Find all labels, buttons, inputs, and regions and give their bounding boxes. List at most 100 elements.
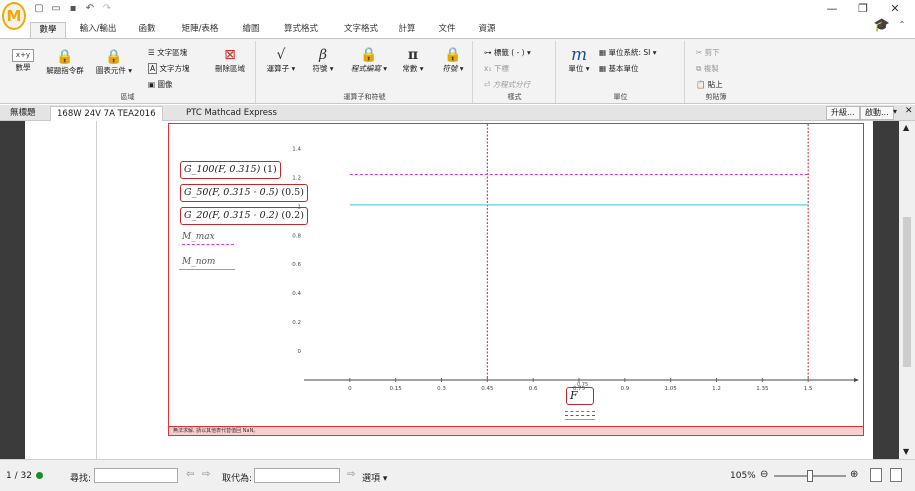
line-break-button[interactable]: ⏎ 方程式分行 bbox=[484, 79, 530, 90]
tab-text-formatting[interactable]: 文字格式 bbox=[336, 22, 386, 38]
tab-math[interactable]: 數學 bbox=[30, 22, 66, 38]
close-doc-icon[interactable]: ✕ bbox=[905, 106, 913, 116]
base-units-button[interactable]: ▦ 基本單位 bbox=[599, 63, 638, 74]
x-trace-cyan bbox=[565, 419, 595, 420]
chevron-up-icon[interactable]: ⌃ bbox=[892, 20, 912, 29]
status-bar: 1 / 32 尋找: ⇦ ⇨ 取代為: ⇨ 選項 ▾ 105% ⊖ ⊕ bbox=[0, 459, 915, 491]
g100-expression[interactable]: G_100(F, 0.315) (1) bbox=[180, 161, 281, 179]
x-tick-label: 0.9 bbox=[620, 386, 629, 392]
zoom-in-icon[interactable]: ⊕ bbox=[850, 469, 858, 480]
replace-icon[interactable]: ⇨ bbox=[347, 469, 355, 480]
x-tick-label: 0.15 bbox=[390, 386, 403, 392]
new-file-icon[interactable]: ▢ bbox=[33, 3, 45, 15]
scroll-thumb[interactable] bbox=[903, 217, 911, 367]
unit-m-icon: m bbox=[570, 45, 588, 65]
delete-region-button[interactable]: ⊠ 刪除區域 bbox=[210, 47, 250, 74]
zoom-slider-thumb[interactable] bbox=[807, 470, 813, 482]
lock-icon: 🔒 bbox=[56, 49, 74, 65]
operators-button[interactable]: √ 運算子 ▾ bbox=[263, 47, 299, 74]
activate-button[interactable]: 啟動... bbox=[860, 106, 894, 120]
chart-component-button[interactable]: 🔒 圖表元件 ▾ bbox=[92, 49, 136, 76]
replace-input[interactable] bbox=[254, 468, 340, 483]
tab-matrices-tables[interactable]: 矩陣/表格 bbox=[172, 22, 228, 38]
copy-button[interactable]: ⧉ 複製 bbox=[696, 63, 719, 74]
symbols-button[interactable]: β 符號 ▾ bbox=[305, 47, 341, 74]
x-variable-box[interactable]: F bbox=[566, 387, 594, 405]
label-dropdown[interactable]: ⊶ 標籤 ( - ) ▾ bbox=[484, 47, 531, 58]
mathcad-logo[interactable]: M bbox=[2, 2, 26, 30]
tab-calculation[interactable]: 計算 bbox=[392, 22, 422, 38]
save-icon[interactable]: ▪ bbox=[67, 3, 79, 15]
tab-math-formatting[interactable]: 算式格式 bbox=[276, 22, 326, 38]
y-tick-label: 0.8 bbox=[292, 233, 301, 239]
operators-group: √ 運算子 ▾ β 符號 ▾ 🔒 程式編寫 ▾ π 常數 ▾ 🔒 符號 ▾ 運算子和符號 bbox=[257, 41, 473, 103]
paste-button[interactable]: 📋 貼上 bbox=[696, 79, 723, 90]
math-region-button[interactable]: x+y 數學 bbox=[6, 49, 40, 73]
symbols2-button[interactable]: 🔒 符號 ▾ bbox=[435, 47, 471, 74]
text-region-button[interactable]: ☰ 文字區塊 bbox=[148, 47, 187, 58]
constants-button[interactable]: π 常數 ▾ bbox=[395, 47, 431, 74]
find-input[interactable] bbox=[94, 468, 178, 483]
line-break-icon: ⏎ bbox=[484, 80, 491, 89]
minimize-icon[interactable]: — bbox=[822, 2, 842, 15]
image-button[interactable]: ▣ 圖像 bbox=[148, 79, 172, 90]
delete-region-icon: ⊠ bbox=[224, 47, 236, 63]
tab-document[interactable]: 文件 bbox=[432, 22, 462, 38]
lock-icon: 🔒 bbox=[444, 47, 462, 63]
legend-m-nom[interactable]: M_nom bbox=[179, 257, 235, 270]
plot-region[interactable]: 0 0.15 0.3 0.45 0.6 0.75 0.9 1.05 1.2 1.35 1.5 1.4 1… bbox=[168, 123, 864, 436]
sqrt-icon: √ bbox=[276, 47, 286, 63]
programming-button[interactable]: 🔒 程式編寫 ▾ bbox=[347, 47, 391, 74]
x-axis-arrow bbox=[854, 378, 859, 382]
copy-icon: ⧉ bbox=[696, 64, 702, 73]
undo-icon[interactable]: ↶ bbox=[84, 3, 96, 15]
x-tick-label: 0.6 bbox=[529, 386, 538, 392]
x-trace-dash-magenta bbox=[565, 411, 595, 412]
zoom-level: 105% bbox=[730, 471, 756, 481]
worksheet-page[interactable]: 0 0.15 0.3 0.45 0.6 0.75 0.9 1.05 1.2 1.35 1.5 1.4 1… bbox=[25, 121, 873, 459]
open-folder-icon[interactable]: ▭ bbox=[50, 3, 62, 15]
options-dropdown[interactable]: 選項 ▾ bbox=[362, 471, 387, 484]
legend-m-max[interactable]: M_max bbox=[182, 232, 234, 245]
chevron-down-icon[interactable]: ▾ bbox=[893, 107, 897, 116]
solve-block-button[interactable]: 🔒 解題指令群 bbox=[42, 49, 88, 76]
tab-plots[interactable]: 繪圖 bbox=[236, 22, 266, 38]
vertical-scrollbar[interactable]: ▲ ▼ bbox=[899, 121, 915, 459]
upgrade-button[interactable]: 升級... bbox=[826, 106, 860, 120]
cut-button[interactable]: ✂ 剪下 bbox=[696, 47, 720, 58]
subscript-button[interactable]: x₁ 下標 bbox=[484, 63, 509, 74]
units-group: m 單位 ▾ ▦ 單位系統: SI ▾ ▦ 基本單位 單位 bbox=[557, 41, 685, 103]
draft-view-icon[interactable] bbox=[890, 468, 902, 482]
y-tick-label: 1.4 bbox=[292, 146, 301, 152]
units-button[interactable]: m 單位 ▾ bbox=[563, 47, 595, 74]
text-box-button[interactable]: A 文字方塊 bbox=[148, 63, 190, 74]
doc-tab-untitled[interactable]: 無標題 bbox=[4, 106, 42, 121]
scroll-down-icon[interactable]: ▼ bbox=[903, 447, 909, 456]
page-view-icon[interactable] bbox=[870, 468, 882, 482]
g20-expression[interactable]: G_20(F, 0.315 · 0.2) (0.2) bbox=[180, 207, 308, 225]
x-tick-label: 0 bbox=[348, 386, 352, 392]
lock-icon: 🔒 bbox=[105, 49, 123, 65]
doc-title: PTC Mathcad Express bbox=[186, 108, 277, 118]
zoom-out-icon[interactable]: ⊖ bbox=[760, 469, 768, 480]
replace-label: 取代為: bbox=[222, 474, 253, 484]
scroll-up-icon[interactable]: ▲ bbox=[903, 123, 909, 132]
redo-icon[interactable]: ↷ bbox=[101, 3, 113, 15]
base-units-icon: ▦ bbox=[599, 64, 607, 73]
unit-system-dropdown[interactable]: ▦ 單位系統: SI ▾ bbox=[599, 47, 657, 58]
restore-icon[interactable]: ❐ bbox=[853, 2, 873, 15]
g50-expression[interactable]: G_50(F, 0.315 · 0.5) (0.5) bbox=[180, 184, 308, 202]
document-tabs: 無標題 168W 24V 7A TEA2016 PTC Mathcad Expr… bbox=[0, 105, 915, 121]
tab-resources[interactable]: 資源 bbox=[472, 22, 502, 38]
ribbon: x+y 數學 🔒 解題指令群 🔒 圖表元件 ▾ ☰ 文字區塊 A 文字方塊 ▣ 圖像 … bbox=[0, 38, 915, 104]
graduation-cap-icon[interactable]: 🎓 bbox=[872, 18, 892, 33]
math-region-icon: x+y bbox=[12, 49, 34, 62]
tab-functions[interactable]: 函數 bbox=[132, 22, 162, 38]
x-tick-label: 1.5 bbox=[804, 386, 813, 392]
tab-input-output[interactable]: 輸入/輸出 bbox=[72, 22, 124, 38]
find-next-icon[interactable]: ⇨ bbox=[202, 469, 210, 480]
x-tick-label: 1.2 bbox=[712, 386, 721, 392]
find-prev-icon[interactable]: ⇦ bbox=[186, 469, 194, 480]
doc-tab-tea2016[interactable]: 168W 24V 7A TEA2016 bbox=[50, 106, 163, 121]
close-icon[interactable]: ✕ bbox=[885, 2, 905, 15]
